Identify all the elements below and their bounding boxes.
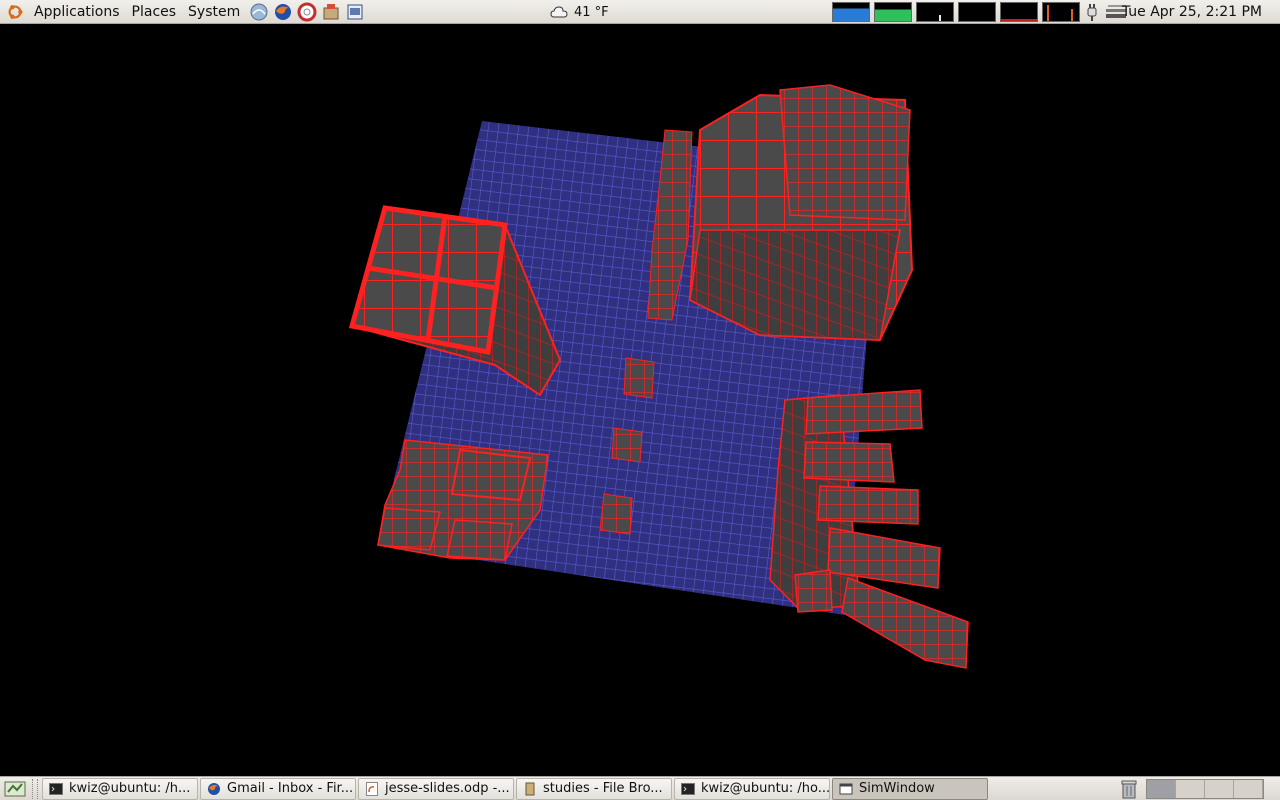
bottom-panel: kwiz@ubuntu: /h... Gmail - Inbox - Fir..… (0, 776, 1280, 800)
terminal-icon (49, 782, 63, 795)
package-icon[interactable] (320, 1, 342, 23)
editor-icon[interactable] (344, 1, 366, 23)
task-terminal-1[interactable]: kwiz@ubuntu: /h... (42, 777, 198, 800)
terminal-icon (681, 782, 695, 795)
task-label: kwiz@ubuntu: /h... (69, 781, 191, 796)
disk-monitor (1042, 2, 1080, 22)
folder-icon (525, 782, 535, 795)
task-simwindow[interactable]: SimWindow (832, 777, 988, 800)
simulation-canvas[interactable] (0, 25, 1280, 775)
main-menu: Applications Places System (0, 0, 366, 24)
network-monitor (916, 2, 954, 22)
cube-tower-top-right (688, 84, 914, 342)
memory-monitor (874, 2, 912, 22)
trash-button[interactable] (1118, 778, 1140, 800)
network-icon[interactable] (248, 1, 270, 23)
task-firefox[interactable]: Gmail - Inbox - Fir... (200, 777, 356, 800)
workspace-switcher (1146, 779, 1264, 799)
window-icon (839, 783, 853, 794)
workspace-4[interactable] (1234, 780, 1263, 798)
trash-icon (1121, 780, 1137, 799)
cube-cluster-right (769, 389, 969, 669)
workspace-1[interactable] (1147, 780, 1176, 798)
weather-applet[interactable]: 41 °F (550, 0, 609, 24)
show-desktop-icon (4, 781, 26, 796)
menu-places[interactable]: Places (128, 0, 181, 24)
task-impress[interactable]: jesse-slides.odp -... (358, 777, 514, 800)
panel-handle[interactable] (32, 778, 38, 799)
cloudy-icon (550, 6, 568, 18)
menu-applications[interactable]: Applications (30, 0, 124, 24)
task-label: kwiz@ubuntu: /ho... (701, 781, 830, 796)
swap-monitor (958, 2, 996, 22)
task-file-browser[interactable]: studies - File Bro... (516, 777, 672, 800)
menu-system[interactable]: System (184, 0, 244, 24)
weather-temperature: 41 °F (574, 4, 609, 20)
task-terminal-2[interactable]: kwiz@ubuntu: /ho... (674, 777, 830, 800)
presentation-icon (366, 781, 378, 796)
task-label: Gmail - Inbox - Fir... (227, 781, 354, 796)
ubuntu-logo-icon[interactable] (6, 3, 24, 21)
top-panel: Applications Places System 41 °F Tue Apr… (0, 0, 1280, 24)
task-label: SimWindow (859, 781, 935, 796)
task-label: studies - File Bro... (543, 781, 663, 796)
workspace-3[interactable] (1205, 780, 1234, 798)
show-desktop-button[interactable] (2, 778, 28, 800)
help-icon[interactable] (296, 1, 318, 23)
firefox-icon (208, 782, 220, 795)
system-monitor[interactable] (832, 2, 1080, 22)
firefox-icon[interactable] (272, 1, 294, 23)
power-plug-icon[interactable] (1084, 2, 1100, 22)
workspace-2[interactable] (1176, 780, 1205, 798)
cpu-monitor (832, 2, 870, 22)
clock[interactable]: Tue Apr 25, 2:21 PM (1122, 0, 1262, 24)
window-list: kwiz@ubuntu: /h... Gmail - Inbox - Fir..… (42, 777, 990, 800)
launcher-bar (248, 1, 366, 23)
task-label: jesse-slides.odp -... (385, 781, 510, 796)
load-monitor (1000, 2, 1038, 22)
